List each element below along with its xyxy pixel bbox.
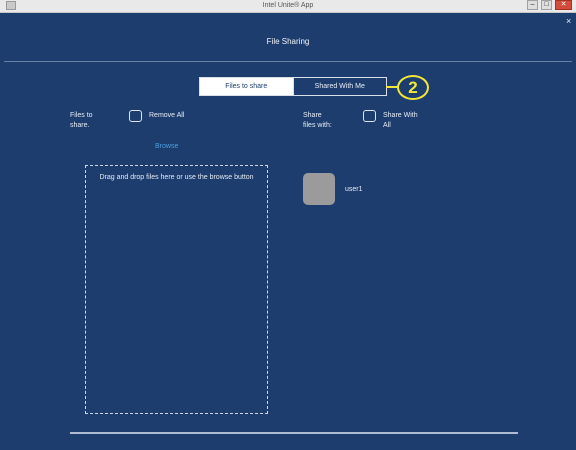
user-name[interactable]: user1 [345, 186, 363, 193]
maximize-button[interactable]: □ [541, 0, 552, 10]
share-files-with-label: Share files with: [303, 112, 332, 129]
share-with-all-label: Share With All [383, 112, 418, 129]
title-bar: Intel Unite® App – □ ✕ [0, 0, 576, 13]
dropzone-instructions: Drag and drop files here or use the brow… [99, 174, 254, 181]
remove-all-label: Remove All [149, 112, 185, 119]
page-title: File Sharing [266, 37, 310, 46]
callout-number-badge: 2 [397, 75, 429, 100]
minimize-button[interactable]: – [527, 0, 538, 10]
tab-shared-with-me[interactable]: Shared With Me [292, 78, 386, 95]
avatar[interactable] [303, 173, 335, 205]
files-to-share-label: Files to share. [70, 112, 93, 129]
close-icon[interactable]: × [566, 16, 571, 26]
share-with-all-checkbox[interactable] [363, 110, 376, 122]
app-window: Intel Unite® App – □ ✕ × File Sharing Fi… [0, 0, 576, 450]
footer-divider [70, 432, 518, 434]
browse-link[interactable]: Browse [155, 143, 178, 150]
remove-all-checkbox[interactable] [129, 110, 142, 122]
tab-bar: Files to share Shared With Me [199, 77, 387, 96]
tab-files-to-share[interactable]: Files to share [200, 78, 293, 95]
window-close-button[interactable]: ✕ [555, 0, 572, 10]
header-divider [4, 61, 572, 62]
file-dropzone[interactable]: Drag and drop files here or use the brow… [85, 165, 268, 414]
window-title: Intel Unite® App [262, 2, 314, 9]
